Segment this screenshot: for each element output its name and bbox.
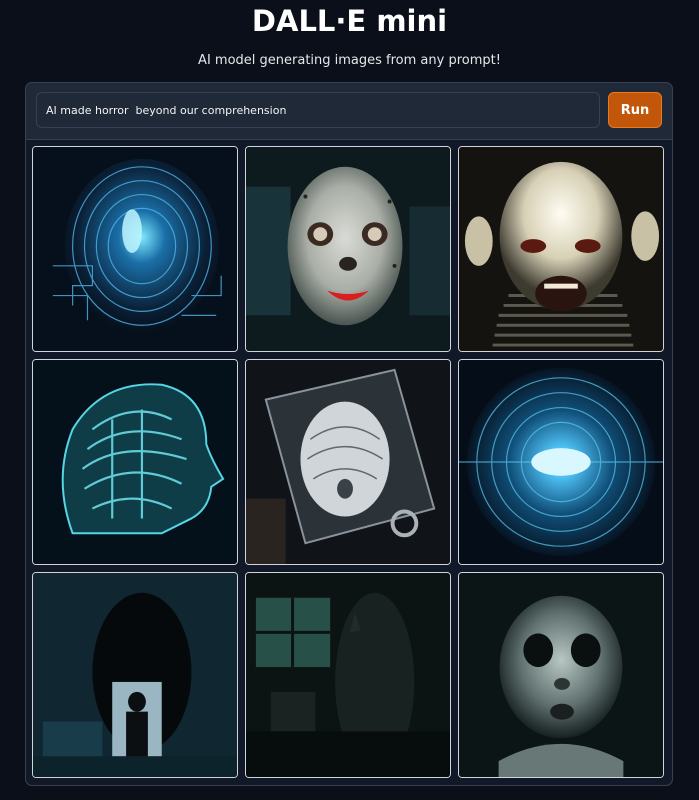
screaming-face-image [459, 147, 663, 351]
run-button[interactable]: Run [608, 92, 662, 128]
shadow-figure-image [33, 573, 237, 777]
generated-image-3[interactable] [458, 146, 664, 352]
generated-image-6[interactable] [458, 359, 664, 565]
generated-image-2[interactable] [245, 146, 451, 352]
prompt-input[interactable] [36, 92, 600, 128]
skull-screen-image [246, 360, 450, 564]
blue-orb-image [459, 360, 663, 564]
doll-face-image [246, 147, 450, 351]
ghost-child-image [459, 573, 663, 777]
generated-image-5[interactable] [245, 359, 451, 565]
app-title: DALL·E mini [251, 4, 448, 38]
generated-image-1[interactable] [32, 146, 238, 352]
dark-room-image [246, 573, 450, 777]
generator-panel: Run [25, 82, 673, 786]
generated-image-8[interactable] [245, 572, 451, 778]
generated-image-4[interactable] [32, 359, 238, 565]
app-subtitle: AI model generating images from any prom… [198, 53, 501, 68]
image-gallery [26, 139, 672, 785]
circuit-head-image [33, 147, 237, 351]
prompt-row: Run [36, 92, 662, 130]
brain-head-image [33, 360, 237, 564]
generated-image-7[interactable] [32, 572, 238, 778]
generated-image-9[interactable] [458, 572, 664, 778]
header: DALL·E mini AI model generating images f… [0, 0, 699, 80]
